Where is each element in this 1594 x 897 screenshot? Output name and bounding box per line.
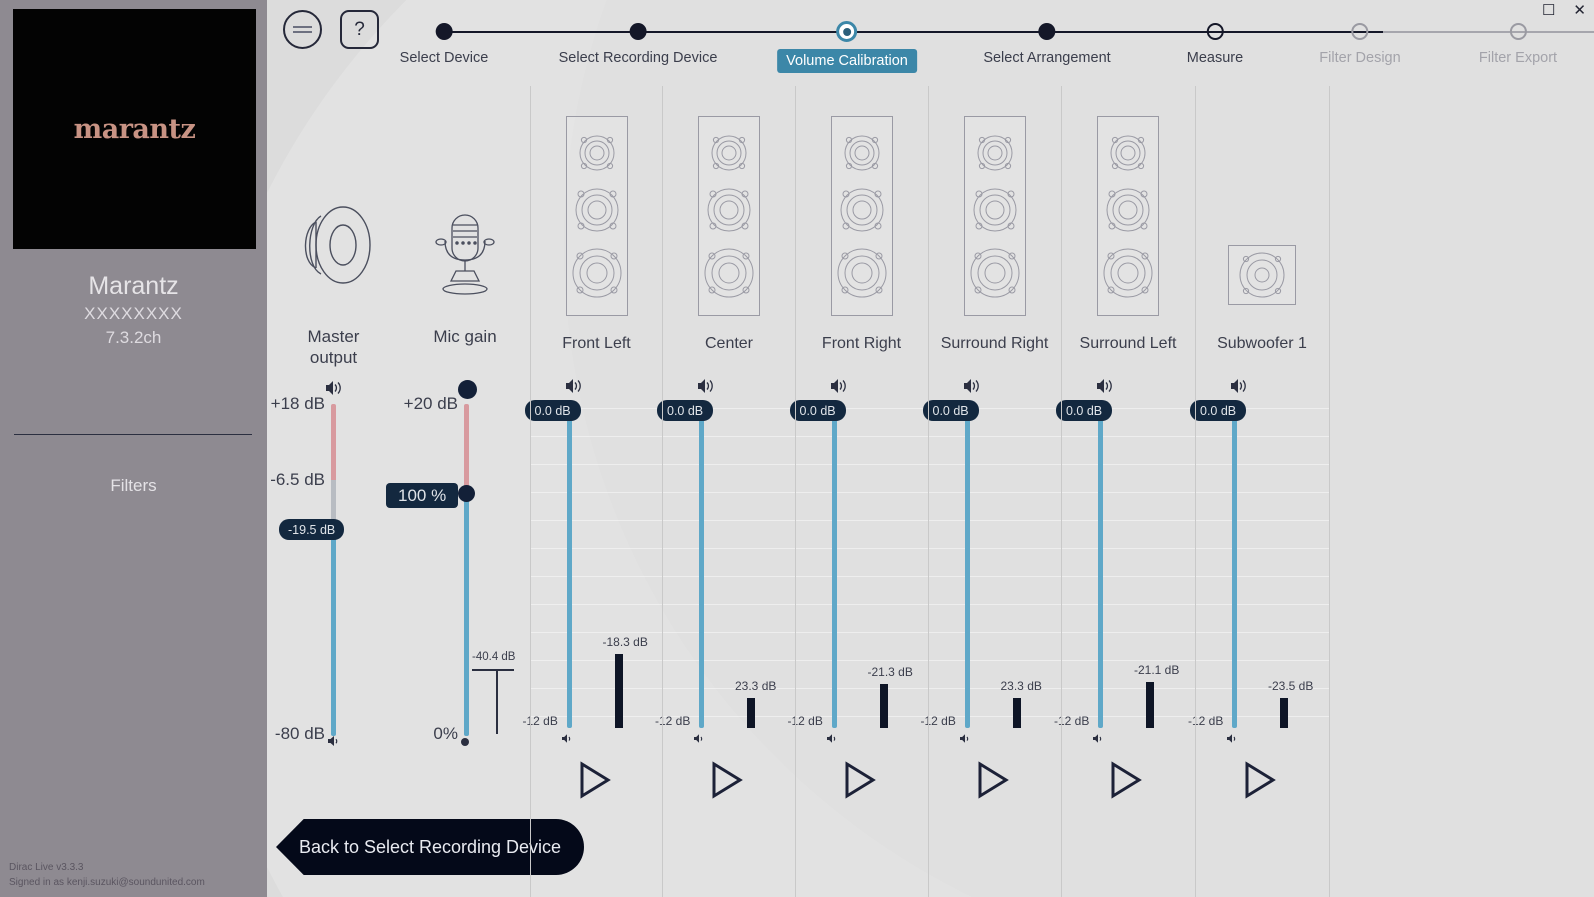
column-divider (1195, 86, 1196, 897)
app-version: Dirac Live v3.3.3 (9, 862, 84, 873)
stepper-line-done (444, 31, 1047, 33)
mic-slider-handle[interactable] (458, 485, 475, 502)
mic-value-bubble: 100 % (386, 483, 459, 508)
column-divider (530, 86, 531, 897)
stepper-step-measure[interactable]: Measure (1187, 0, 1243, 66)
microphone-icon (400, 211, 530, 308)
stepper-step-select-device[interactable]: Select Device (399, 0, 489, 66)
maximize-icon[interactable]: ☐ (1542, 2, 1555, 20)
master-value-bubble: -19.5 dB (279, 519, 345, 540)
step-label: Filter Export (1478, 50, 1558, 66)
step-dot-disabled-icon (1351, 23, 1369, 40)
stepper-step-filter-design[interactable]: Filter Design (1319, 0, 1401, 66)
mic-level-label: -40.4 dB (472, 651, 516, 663)
column-divider (928, 86, 929, 897)
step-dot-current-icon (836, 21, 858, 42)
device-image: marantz (13, 9, 256, 249)
sidebar: marantz Marantz XXXXXXXX 7.3.2ch Filters… (0, 0, 267, 897)
step-dot-done-icon (435, 23, 453, 40)
mic-gain-top-handle[interactable] (458, 380, 477, 399)
mic-gain-control: Mic gain +20 dB 0% 100 % -40.4 dB (386, 86, 530, 897)
master-mid-label: -6.5 dB (270, 470, 325, 489)
mic-gain-title: Mic gain (433, 327, 497, 346)
step-label: Select Device (399, 50, 489, 66)
speaker-cone-icon (267, 204, 400, 291)
column-divider (662, 86, 663, 897)
master-track-active[interactable] (331, 528, 336, 736)
column-divider (1329, 86, 1330, 897)
mic-level-marker (472, 669, 514, 671)
device-channel-config: 7.3.2ch (105, 328, 162, 347)
step-dot-done-icon (1038, 23, 1056, 40)
stepper-step-volume-calibration[interactable]: Volume Calibration (777, 0, 917, 73)
stepper: Select Device Select Recording Device Vo… (267, 0, 1594, 86)
volume-low-icon[interactable] (267, 734, 400, 752)
step-dot-done-icon (629, 23, 647, 40)
step-label: Volume Calibration (777, 49, 917, 73)
device-model: XXXXXXXX (84, 304, 183, 323)
sidebar-divider (14, 434, 252, 435)
step-label: Measure (1186, 50, 1244, 66)
mic-max-label: +20 dB (403, 394, 458, 413)
main-panel: ☐ ✕ ? Select Device Select Recording Dev… (267, 0, 1594, 897)
stepper-step-select-recording-device[interactable]: Select Recording Device (558, 0, 718, 66)
sidebar-item-filters[interactable]: Filters (0, 476, 267, 496)
close-icon[interactable]: ✕ (1573, 2, 1586, 20)
master-track-over (331, 404, 336, 480)
master-output-title: Master output (267, 326, 400, 368)
mic-track-active[interactable] (464, 494, 469, 736)
mic-level-bar (496, 669, 498, 734)
device-name: Marantz (88, 272, 179, 300)
mic-bottom-handle[interactable] (400, 734, 530, 752)
master-max-label: +18 dB (270, 394, 325, 413)
master-output-control: Master output +18 dB -6.5 dB -80 dB -19.… (267, 86, 400, 897)
step-dot-disabled-icon (1509, 23, 1527, 40)
master-output-title-line1: Master (307, 327, 360, 346)
window-controls: ☐ ✕ (1542, 2, 1586, 20)
step-label: Select Arrangement (983, 50, 1111, 66)
calibration-content: Master output +18 dB -6.5 dB -80 dB -19.… (267, 86, 1594, 897)
column-divider (1061, 86, 1062, 897)
column-divider (795, 86, 796, 897)
step-label: Filter Design (1319, 50, 1401, 66)
step-label: Select Recording Device (558, 50, 718, 66)
mic-track-over (464, 404, 469, 494)
brand-logo: marantz (73, 113, 196, 145)
stepper-step-select-arrangement[interactable]: Select Arrangement (983, 0, 1111, 66)
step-dot-todo-icon (1206, 23, 1224, 40)
master-output-title-line2: output (309, 348, 358, 367)
signed-in-user: Signed in as kenji.suzuki@soundunited.co… (9, 877, 205, 888)
